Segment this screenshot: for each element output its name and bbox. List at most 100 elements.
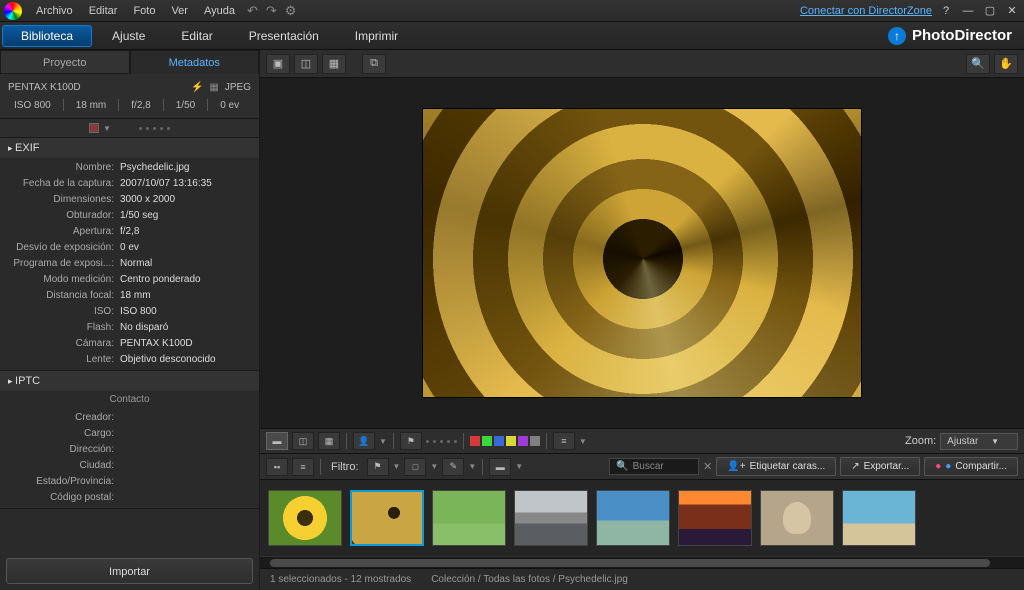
filter-label-icon[interactable]: □: [404, 458, 426, 476]
thumbnail[interactable]: [842, 490, 916, 546]
meta-label: Apertura:: [8, 225, 118, 239]
meta-row: ISO:ISO 800: [0, 304, 259, 320]
exif-header[interactable]: EXIF: [0, 138, 259, 158]
rating-dot[interactable]: [160, 127, 163, 130]
brand-icon: ↑: [888, 27, 906, 45]
thumbnail[interactable]: [760, 490, 834, 546]
tag-faces-button[interactable]: 👤+Etiquetar caras...: [716, 457, 836, 476]
magnify-icon[interactable]: 🔍: [966, 54, 990, 74]
preview-area[interactable]: [260, 78, 1024, 428]
meta-value: [118, 443, 251, 457]
meta-value: [118, 427, 251, 441]
meta-label: Distancia focal:: [8, 289, 118, 303]
iptc-header[interactable]: IPTC: [0, 371, 259, 391]
thumbnail[interactable]: [268, 490, 342, 546]
rating-dot[interactable]: [153, 127, 156, 130]
meta-row: Programa de exposi...:Normal: [0, 256, 259, 272]
layout-grid-icon[interactable]: ▦: [318, 432, 340, 450]
meta-row: Lente:Objetivo desconocido: [0, 352, 259, 368]
layout-single-icon[interactable]: ▬: [266, 432, 288, 450]
sort-icon[interactable]: ≡: [553, 432, 575, 450]
search-clear-icon[interactable]: ✕: [703, 460, 712, 473]
meta-value: Centro ponderado: [118, 273, 251, 287]
meta-value: [118, 459, 251, 473]
color-filter-chip[interactable]: [518, 436, 528, 446]
filter-flag-icon[interactable]: ⚑: [367, 458, 389, 476]
flag-icon[interactable]: ⚑: [400, 432, 422, 450]
meta-row: Desvío de exposición:0 ev: [0, 240, 259, 256]
color-filter-chip[interactable]: [482, 436, 492, 446]
menu-editar[interactable]: Editar: [81, 5, 126, 17]
histogram-icon: ▦: [209, 82, 218, 93]
settings-icon[interactable]: ⚙: [281, 3, 301, 19]
qi-iso: ISO 800: [8, 100, 57, 111]
tab-metadatos[interactable]: Metadatos: [130, 50, 260, 74]
color-dropdown-icon[interactable]: ▼: [103, 124, 111, 133]
mode-presentacion[interactable]: Presentación: [231, 22, 337, 50]
share-button[interactable]: ●●Compartir...: [924, 457, 1018, 476]
filter-label: Filtro:: [327, 461, 363, 473]
import-button[interactable]: Importar: [6, 558, 253, 584]
pan-icon[interactable]: ✋: [994, 54, 1018, 74]
view-single-icon[interactable]: ▣: [266, 54, 290, 74]
search-input[interactable]: 🔍 Buscar: [609, 458, 699, 475]
meta-row: Dimensiones:3000 x 2000: [0, 192, 259, 208]
stack-icon[interactable]: ▬: [489, 458, 511, 476]
color-filter-chip[interactable]: [506, 436, 516, 446]
rating-dot[interactable]: [139, 127, 142, 130]
redo-icon[interactable]: ↷: [262, 3, 281, 19]
color-filter-chip[interactable]: [494, 436, 504, 446]
thumbnail[interactable]: [678, 490, 752, 546]
menu-ver[interactable]: Ver: [163, 5, 196, 17]
view-secondary-icon[interactable]: ⧉: [362, 54, 386, 74]
meta-value: ISO 800: [118, 305, 251, 319]
meta-row: Distancia focal:18 mm: [0, 288, 259, 304]
help-icon[interactable]: ?: [938, 4, 954, 18]
mode-ajuste[interactable]: Ajuste: [94, 22, 163, 50]
thumbnail[interactable]: [350, 490, 424, 546]
rating-dot[interactable]: [167, 127, 170, 130]
app-logo: [4, 2, 22, 20]
color-filter-chip[interactable]: [470, 436, 480, 446]
meta-label: Cámara:: [8, 337, 118, 351]
raw-icon: ⚡: [191, 82, 203, 93]
export-button[interactable]: ↗Exportar...: [840, 457, 920, 476]
thumbnail[interactable]: [432, 490, 506, 546]
thumbnail[interactable]: [514, 490, 588, 546]
status-selection: 1 seleccionados - 12 mostrados: [270, 574, 411, 585]
zoom-label: Zoom:: [905, 435, 936, 447]
mode-imprimir[interactable]: Imprimir: [337, 22, 416, 50]
undo-icon[interactable]: ↶: [243, 3, 262, 19]
color-label[interactable]: [89, 123, 99, 133]
menu-archivo[interactable]: Archivo: [28, 5, 81, 17]
meta-label: Dirección:: [8, 443, 118, 457]
thumbnail-scrollbar[interactable]: [260, 556, 1024, 568]
meta-row: Flash:No disparó: [0, 320, 259, 336]
person-add-icon: 👤+: [727, 461, 745, 472]
meta-label: Cargo:: [8, 427, 118, 441]
filter-edited-icon[interactable]: ✎: [442, 458, 464, 476]
rating-dot[interactable]: [146, 127, 149, 130]
view-grid-icon[interactable]: ▦: [322, 54, 346, 74]
color-filter-chip[interactable]: [530, 436, 540, 446]
zoom-select[interactable]: Ajustar ▼: [940, 433, 1018, 450]
thumb-size-large-icon[interactable]: ≡: [292, 458, 314, 476]
tab-proyecto[interactable]: Proyecto: [0, 50, 130, 74]
face-tag-icon[interactable]: 👤: [353, 432, 375, 450]
layout-split-icon[interactable]: ◫: [292, 432, 314, 450]
connect-link[interactable]: Conectar con DirectorZone: [800, 5, 932, 17]
view-compare-icon[interactable]: ◫: [294, 54, 318, 74]
close-icon[interactable]: ✕: [1004, 4, 1020, 18]
menu-foto[interactable]: Foto: [125, 5, 163, 17]
meta-value: [118, 491, 251, 505]
minimize-icon[interactable]: —: [960, 4, 976, 18]
mode-biblioteca[interactable]: Biblioteca: [2, 25, 92, 47]
thumb-size-small-icon[interactable]: ▪▪: [266, 458, 288, 476]
thumbnail[interactable]: [596, 490, 670, 546]
meta-row: Ciudad:: [0, 458, 259, 474]
mode-editar[interactable]: Editar: [163, 22, 230, 50]
maximize-icon[interactable]: ▢: [982, 4, 998, 18]
qi-format: JPEG: [225, 82, 251, 93]
preview-image: [422, 108, 862, 398]
menu-ayuda[interactable]: Ayuda: [196, 5, 243, 17]
